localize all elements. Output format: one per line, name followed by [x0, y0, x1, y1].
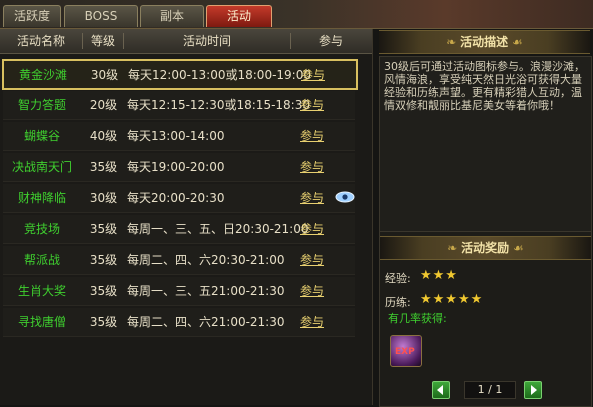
training-star-rating: ★★★★★ — [420, 292, 484, 307]
exp-label: 经验: — [385, 272, 411, 285]
header-name: 活动名称 — [16, 34, 65, 48]
tab-events[interactable]: 活动 — [206, 5, 272, 27]
event-name: 智力答题 — [17, 98, 66, 112]
table-row[interactable]: 生肖大奖 35级 每周一、三、五21:00-21:30 参与 — [3, 277, 355, 306]
event-name: 蝴蝶谷 — [23, 129, 60, 143]
prev-page-button[interactable] — [432, 381, 450, 399]
ornament-icon: ☙ — [508, 35, 523, 49]
table-row[interactable]: 智力答题 20级 每天12:15-12:30或18:15-18:30 参与 — [3, 91, 355, 120]
event-time: 每周二、四、六20:30-21:00 — [127, 253, 285, 267]
event-level: 40级 — [89, 129, 118, 143]
event-list-panel: 活动名称 等级 活动时间 参与 黄金沙滩 30级 每天12:00-13:00或1… — [0, 29, 373, 405]
table-header: 活动名称 等级 活动时间 参与 — [0, 29, 372, 54]
event-time: 每周一、三、五21:00-21:30 — [127, 284, 285, 298]
page-indicator: 1 / 1 — [464, 381, 516, 399]
table-row[interactable]: 财神降临 30级 每天20:00-20:30 参与 — [3, 184, 355, 213]
event-level: 35级 — [89, 253, 118, 267]
event-level: 35级 — [89, 222, 118, 236]
event-level: 35级 — [89, 160, 118, 174]
eye-icon[interactable] — [335, 191, 355, 203]
join-link[interactable]: 参与 — [300, 246, 326, 274]
event-time: 每周一、三、五、日20:30-21:00 — [127, 222, 309, 236]
arrow-left-icon — [437, 385, 443, 395]
event-time: 每天20:00-20:30 — [127, 191, 225, 205]
description-header: ❧ 活动描述 ☙ — [379, 30, 590, 54]
tab-boss[interactable]: BOSS — [64, 5, 138, 27]
table-row[interactable]: 决战南天门 35级 每天19:00-20:00 参与 — [3, 153, 355, 182]
description-title: 活动描述 — [460, 35, 509, 49]
tab-bar: 活跃度 BOSS 副本 活动 — [0, 0, 593, 29]
event-time: 每周二、四、六21:00-21:30 — [127, 315, 285, 329]
event-time: 每天12:15-12:30或18:15-18:30 — [127, 98, 310, 112]
event-level: 35级 — [89, 315, 118, 329]
table-row[interactable]: 寻找唐僧 35级 每周二、四、六21:00-21:30 参与 — [3, 308, 355, 337]
event-name: 决战南天门 — [11, 160, 72, 174]
drop-chance-label: 有几率获得: — [388, 312, 447, 325]
event-level: 20级 — [89, 98, 118, 112]
join-link[interactable]: 参与 — [300, 184, 326, 212]
join-link[interactable]: 参与 — [300, 277, 326, 305]
event-name: 帮派战 — [23, 253, 60, 267]
event-name: 竞技场 — [23, 222, 60, 236]
arrow-right-icon — [531, 385, 537, 395]
header-level: 等级 — [90, 34, 115, 48]
join-link[interactable]: 参与 — [300, 308, 326, 336]
table-row[interactable]: 蝴蝶谷 40级 每天13:00-14:00 参与 — [3, 122, 355, 151]
tab-activity-level[interactable]: 活跃度 — [3, 5, 61, 27]
event-level: 30级 — [90, 68, 119, 82]
tab-dungeon[interactable]: 副本 — [140, 5, 204, 27]
ornament-icon: ❧ — [446, 35, 461, 49]
join-link[interactable]: 参与 — [300, 153, 326, 181]
exp-star-rating: ★★★ — [420, 268, 458, 283]
event-time: 每天19:00-20:00 — [127, 160, 225, 174]
ornament-icon: ☙ — [509, 241, 524, 255]
table-row[interactable]: 帮派战 35级 每周二、四、六20:30-21:00 参与 — [3, 246, 355, 275]
header-time: 活动时间 — [182, 34, 231, 48]
join-link[interactable]: 参与 — [300, 122, 326, 150]
event-name: 黄金沙滩 — [18, 68, 67, 82]
reward-title: 活动奖励 — [461, 241, 510, 255]
exp-potion-icon[interactable]: EXP — [390, 335, 422, 367]
join-link[interactable]: 参与 — [300, 91, 326, 119]
event-level: 35级 — [89, 284, 118, 298]
table-row[interactable]: 黄金沙滩 30级 每天12:00-13:00或18:00-19:00 参与 — [2, 59, 358, 90]
training-label: 历练: — [385, 296, 411, 309]
header-join: 参与 — [318, 34, 343, 48]
event-name: 寻找唐僧 — [17, 315, 66, 329]
exp-item-text: EXP — [395, 347, 415, 357]
next-page-button[interactable] — [524, 381, 542, 399]
event-name: 财神降临 — [17, 191, 66, 205]
event-level: 30级 — [89, 191, 118, 205]
reward-header: ❧ 活动奖励 ☙ — [380, 236, 591, 260]
event-name: 生肖大奖 — [17, 284, 66, 298]
table-row[interactable]: 竞技场 35级 每周一、三、五、日20:30-21:00 参与 — [3, 215, 355, 244]
event-time: 每天12:00-13:00或18:00-19:00 — [128, 68, 311, 82]
ornament-icon: ❧ — [447, 241, 462, 255]
join-link[interactable]: 参与 — [301, 61, 327, 89]
event-time: 每天13:00-14:00 — [127, 129, 225, 143]
description-text: 30级后可通过活动图标参与。浪漫沙滩，风情海浪，享受纯天然日光浴可获得大量经验和… — [379, 56, 592, 234]
join-link[interactable]: 参与 — [300, 215, 326, 243]
